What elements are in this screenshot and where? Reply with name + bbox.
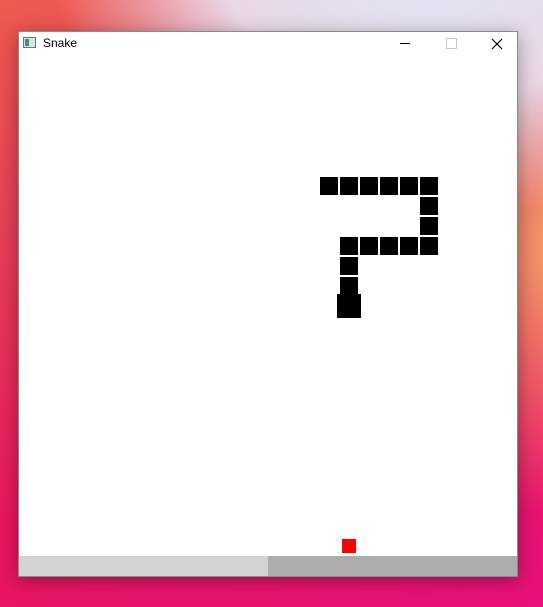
close-icon[interactable] [474, 32, 520, 56]
snake-segment [420, 197, 438, 215]
snake-segment [340, 257, 358, 275]
snake-segment [340, 237, 358, 255]
snake-segment [420, 177, 438, 195]
status-progress-fill [268, 556, 517, 576]
snake-segment [380, 237, 398, 255]
snake-segment [340, 177, 358, 195]
food-pellet [342, 539, 356, 553]
snake-segment [420, 217, 438, 235]
window-title: Snake [43, 36, 78, 50]
status-progress-bar [19, 556, 517, 576]
snake-segment [360, 237, 378, 255]
snake-segment [360, 177, 378, 195]
snake-segment [380, 177, 398, 195]
snake-segment [320, 177, 338, 195]
snake-segment [340, 277, 358, 295]
game-board[interactable] [19, 56, 517, 556]
snake-segment [400, 177, 418, 195]
snake-head [337, 294, 361, 318]
snake-segment [420, 237, 438, 255]
minimize-icon[interactable] [382, 32, 428, 56]
app-window-icon [23, 37, 36, 48]
snake-segment [400, 237, 418, 255]
maximize-icon[interactable] [428, 32, 474, 56]
snake-window: Snake [18, 31, 518, 577]
title-bar[interactable]: Snake [19, 32, 517, 56]
